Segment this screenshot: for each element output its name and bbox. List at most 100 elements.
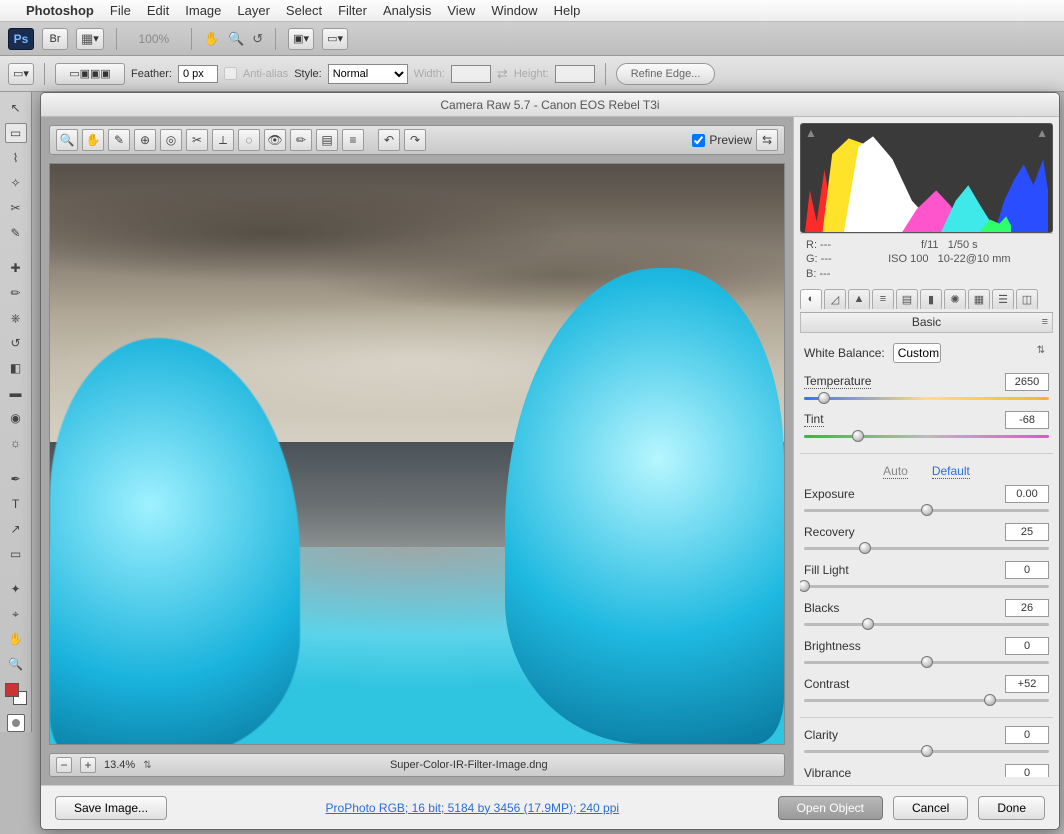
menu-layer[interactable]: Layer: [237, 3, 270, 18]
cr-rotate-cw[interactable]: ↷: [404, 129, 426, 151]
brightness-slider[interactable]: [804, 657, 1049, 667]
menu-select[interactable]: Select: [286, 3, 322, 18]
zoom-in-button[interactable]: +: [80, 757, 96, 773]
camera-tool[interactable]: ⌖: [5, 604, 27, 624]
tool-preset-button[interactable]: ▭▾: [8, 63, 34, 85]
temperature-value[interactable]: 2650: [1005, 373, 1049, 391]
clarity-value[interactable]: 0: [1005, 726, 1049, 744]
refine-edge-button[interactable]: Refine Edge...: [616, 63, 716, 85]
blur-tool[interactable]: ◉: [5, 408, 27, 428]
menu-filter[interactable]: Filter: [338, 3, 367, 18]
zoom-value[interactable]: 13.4%: [104, 759, 135, 771]
blacks-slider[interactable]: [804, 619, 1049, 629]
workflow-options-link[interactable]: ProPhoto RGB; 16 bit; 5184 by 3456 (17.9…: [177, 801, 768, 815]
brush-tool[interactable]: ✏: [5, 283, 27, 303]
move-tool[interactable]: ↖: [5, 98, 27, 118]
brightness-value[interactable]: 0: [1005, 637, 1049, 655]
shape-tool[interactable]: ▭: [5, 544, 27, 564]
cr-straighten-tool[interactable]: ⟂: [212, 129, 234, 151]
gradient-tool[interactable]: ▬: [5, 383, 27, 403]
exposure-slider[interactable]: [804, 505, 1049, 515]
marquee-tool[interactable]: ▭: [5, 123, 27, 143]
hand-tool[interactable]: ✋: [5, 629, 27, 649]
extras-button[interactable]: ▭▾: [322, 28, 348, 50]
zoom-dropdown-icon[interactable]: ⇅: [143, 760, 151, 771]
zoom-out-button[interactable]: −: [56, 757, 72, 773]
zoom-tool[interactable]: 🔍: [5, 654, 27, 674]
tint-value[interactable]: -68: [1005, 411, 1049, 429]
color-swatches[interactable]: [5, 683, 27, 705]
tab-curve[interactable]: ◿: [824, 289, 846, 309]
hand-icon[interactable]: ✋: [204, 31, 220, 47]
cr-sampler-tool[interactable]: ⊕: [134, 129, 156, 151]
tab-calib[interactable]: ▦: [968, 289, 990, 309]
menu-edit[interactable]: Edit: [147, 3, 169, 18]
tab-lens[interactable]: ▮: [920, 289, 942, 309]
fill-slider[interactable]: [804, 581, 1049, 591]
cr-target-tool[interactable]: ◎: [160, 129, 182, 151]
tab-hsl[interactable]: ≡: [872, 289, 894, 309]
vibrance-value[interactable]: 0: [1005, 764, 1049, 777]
tint-slider[interactable]: [804, 431, 1049, 441]
open-object-button[interactable]: Open Object: [778, 796, 883, 820]
stamp-tool[interactable]: ⎈: [5, 308, 27, 328]
crop-tool[interactable]: ✂: [5, 198, 27, 218]
cr-rotate-ccw[interactable]: ↶: [378, 129, 400, 151]
history-brush-tool[interactable]: ↺: [5, 333, 27, 353]
cr-zoom-tool[interactable]: 🔍: [56, 129, 78, 151]
exposure-value[interactable]: 0.00: [1005, 485, 1049, 503]
shadow-clip-icon[interactable]: ▲: [805, 126, 817, 140]
zoom-icon[interactable]: 🔍: [228, 31, 244, 47]
histogram[interactable]: ▲ ▲: [800, 123, 1053, 233]
zoom-percentage[interactable]: 100%: [129, 32, 179, 46]
preview-checkbox[interactable]: [692, 134, 705, 147]
fill-value[interactable]: 0: [1005, 561, 1049, 579]
quick-mask-button[interactable]: [7, 714, 25, 732]
cr-graduated-filter[interactable]: ▤: [316, 129, 338, 151]
blacks-value[interactable]: 26: [1005, 599, 1049, 617]
screen-mode-button[interactable]: ▣▾: [288, 28, 314, 50]
default-link[interactable]: Default: [932, 464, 970, 479]
lasso-tool[interactable]: ⌇: [5, 148, 27, 168]
cr-redeye-tool[interactable]: 👁: [264, 129, 286, 151]
selection-mode-buttons[interactable]: ▭▣▣▣: [55, 63, 125, 85]
highlight-clip-icon[interactable]: ▲: [1036, 126, 1048, 140]
path-tool[interactable]: ↗: [5, 519, 27, 539]
tab-snapshots[interactable]: ◫: [1016, 289, 1038, 309]
save-image-button[interactable]: Save Image...: [55, 796, 167, 820]
menubar-app[interactable]: Photoshop: [26, 3, 94, 18]
tab-basic[interactable]: ◐: [800, 289, 822, 309]
cr-crop-tool[interactable]: ✂: [186, 129, 208, 151]
tab-fx[interactable]: ✺: [944, 289, 966, 309]
dodge-tool[interactable]: ☼: [5, 433, 27, 453]
cr-spot-tool[interactable]: ◌: [238, 129, 260, 151]
menu-image[interactable]: Image: [185, 3, 221, 18]
tab-split[interactable]: ▤: [896, 289, 918, 309]
done-button[interactable]: Done: [978, 796, 1045, 820]
preview-toggle[interactable]: Preview: [692, 133, 752, 147]
eyedropper-tool[interactable]: ✎: [5, 223, 27, 243]
cr-hand-tool[interactable]: ✋: [82, 129, 104, 151]
menu-analysis[interactable]: Analysis: [383, 3, 431, 18]
wb-select[interactable]: Custom: [893, 343, 941, 363]
contrast-slider[interactable]: [804, 695, 1049, 705]
rotate-icon[interactable]: ↺: [252, 31, 263, 47]
cr-adjustment-brush[interactable]: ✏: [290, 129, 312, 151]
recovery-slider[interactable]: [804, 543, 1049, 553]
panel-menu-icon[interactable]: ≡: [1042, 316, 1048, 328]
clarity-slider[interactable]: [804, 746, 1049, 756]
bridge-button[interactable]: Br: [42, 28, 68, 50]
recovery-value[interactable]: 25: [1005, 523, 1049, 541]
eraser-tool[interactable]: ◧: [5, 358, 27, 378]
cr-fullscreen-button[interactable]: ⇆: [756, 129, 778, 151]
cr-prefs-button[interactable]: ≡: [342, 129, 364, 151]
type-tool[interactable]: T: [5, 494, 27, 514]
arrange-documents-button[interactable]: ▦▾: [76, 28, 104, 50]
style-select[interactable]: Normal: [328, 64, 408, 84]
menu-window[interactable]: Window: [491, 3, 537, 18]
contrast-value[interactable]: +52: [1005, 675, 1049, 693]
tab-presets[interactable]: ☰: [992, 289, 1014, 309]
menu-help[interactable]: Help: [554, 3, 581, 18]
pen-tool[interactable]: ✒: [5, 469, 27, 489]
auto-link[interactable]: Auto: [883, 464, 908, 479]
